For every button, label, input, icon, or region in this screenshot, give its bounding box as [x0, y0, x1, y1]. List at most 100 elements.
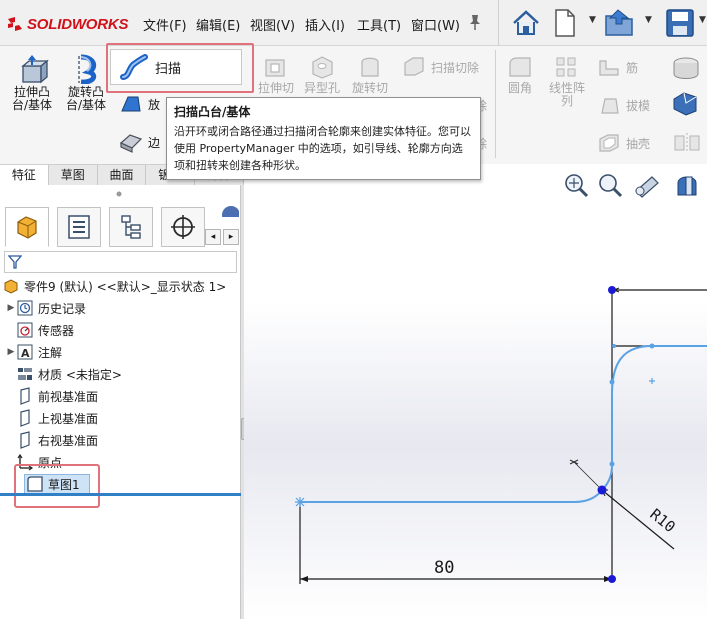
shell-button[interactable]: 抽壳	[596, 131, 650, 155]
previous-view-icon[interactable]	[632, 171, 662, 199]
sketch-path-upper[interactable]	[601, 345, 707, 491]
sketch-highlight-box	[14, 464, 100, 508]
configuration-manager-icon	[121, 215, 141, 239]
tree-item-front-plane[interactable]: 前视基准面	[16, 385, 98, 407]
sketch-point[interactable]	[609, 379, 615, 385]
revolved-cut-button[interactable]: 旋转切	[349, 54, 391, 95]
draft-icon	[601, 98, 619, 114]
annotation-icon: A	[17, 344, 33, 360]
hole-wizard-icon	[312, 56, 333, 79]
tree-item-material[interactable]: 材质 <未指定>	[16, 363, 122, 385]
panel-grip-icon[interactable]	[113, 190, 125, 198]
tree-item-history[interactable]: ▶ 历史记录	[6, 297, 86, 319]
loft-button[interactable]: 放	[118, 93, 160, 115]
rib-label: 筋	[626, 60, 639, 75]
expand-arrow-icon[interactable]: ▶	[6, 303, 16, 313]
open-dropdown-icon[interactable]: ▼	[645, 15, 652, 25]
expand-arrow-icon[interactable]: ▶	[6, 347, 16, 357]
new-dropdown-icon[interactable]: ▼	[589, 15, 596, 25]
tree-item-label: 注解	[38, 345, 63, 360]
tab-surfaces[interactable]: 曲面	[98, 165, 147, 186]
revolve-boss-button[interactable]: 旋转凸 台/基体	[60, 54, 112, 112]
dimension-80-text[interactable]: 80	[434, 558, 454, 578]
tree-item-label: 传感器	[38, 323, 75, 338]
tree-root-part[interactable]: 零件9 (默认) <<默认>_显示状态 1>	[2, 275, 226, 297]
configuration-manager-tab[interactable]	[109, 207, 153, 247]
pin-icon[interactable]	[467, 13, 483, 31]
tree-item-label: 前视基准面	[38, 389, 99, 404]
sketch-path-bottom[interactable]	[300, 489, 603, 503]
plane-icon	[20, 431, 30, 449]
tree-item-annotations[interactable]: ▶ A 注解	[6, 341, 62, 363]
tree-item-sensors[interactable]: 传感器	[16, 319, 74, 341]
part-icon	[4, 279, 18, 294]
menu-view[interactable]: 视图(V)	[250, 15, 295, 34]
dim-xpert-tab[interactable]	[161, 207, 205, 247]
fillet-button[interactable]: 圆角	[502, 54, 538, 95]
shell-icon	[599, 134, 619, 152]
tab-scroll-right-button[interactable]: ▸	[223, 229, 239, 245]
wrap-button[interactable]	[670, 54, 702, 85]
property-manager-tab[interactable]	[57, 207, 101, 247]
extrude-boss-button[interactable]: 拉伸凸 台/基体	[6, 54, 58, 112]
sketch-point-selected[interactable]	[597, 485, 607, 495]
svg-text:A: A	[21, 347, 30, 360]
menu-file[interactable]: 文件(F)	[143, 15, 187, 34]
tab-features[interactable]: 特征	[0, 165, 49, 186]
boundary-boss-button[interactable]: 边	[118, 131, 160, 153]
intersect-button[interactable]	[670, 89, 702, 120]
sweep-highlight-box	[106, 43, 254, 93]
extruded-cut-button[interactable]: 拉伸切	[255, 54, 297, 95]
feature-manager-tab[interactable]	[5, 207, 49, 247]
fillet-icon	[509, 57, 531, 77]
zoom-to-area-icon[interactable]	[596, 171, 624, 199]
swept-cut-button[interactable]: 扫描切除	[401, 55, 479, 79]
rollback-bar[interactable]	[0, 493, 241, 496]
shell-label: 抽壳	[626, 136, 651, 151]
open-folder-icon[interactable]	[604, 8, 638, 38]
intersect-icon	[673, 92, 697, 116]
mirror-icon	[674, 133, 700, 153]
sweep-tooltip: 扫描凸台/基体 沿开环或闭合路径通过扫描闭合轮廓来创建实体特征。您可以使用 Pr…	[166, 97, 481, 180]
menu-edit[interactable]: 编辑(E)	[196, 15, 240, 34]
property-manager-icon	[68, 215, 90, 239]
linear-pattern-icon	[556, 57, 576, 77]
hole-wizard-button[interactable]: 异型孔	[301, 54, 343, 95]
save-dropdown-icon[interactable]: ▼	[699, 15, 706, 25]
boundary-boss-icon	[119, 134, 143, 153]
save-icon[interactable]	[665, 8, 695, 38]
section-view-icon[interactable]	[672, 171, 702, 199]
tree-filter-input[interactable]	[4, 251, 237, 273]
sketch-point[interactable]	[608, 575, 616, 583]
graphics-area[interactable]: 80 R10	[244, 164, 707, 619]
zoom-to-fit-icon[interactable]	[562, 171, 590, 199]
display-manager-tab-partial[interactable]	[219, 203, 239, 217]
tab-sketch[interactable]: 草图	[49, 165, 98, 186]
tree-item-top-plane[interactable]: 上视基准面	[16, 407, 98, 429]
linear-pattern-button[interactable]: 线性阵 列	[542, 54, 592, 108]
sketch-canvas[interactable]: 80 R10	[244, 164, 707, 619]
tab-scroll-left-button[interactable]: ◂	[205, 229, 221, 245]
menu-insert[interactable]: 插入(I)	[305, 15, 345, 34]
draft-button[interactable]: 拔模	[596, 93, 650, 117]
sketch-start-point[interactable]	[295, 497, 305, 507]
new-document-icon[interactable]	[553, 8, 577, 38]
extrude-boss-icon	[21, 55, 49, 84]
rib-button[interactable]: 筋	[596, 55, 638, 79]
sketch-point[interactable]	[612, 344, 616, 348]
radius-r10-text[interactable]: R10	[646, 505, 678, 536]
heads-up-view-toolbar	[556, 169, 707, 201]
sensor-icon	[17, 322, 33, 338]
tree-item-label: 历史记录	[38, 301, 87, 316]
solidworks-logo[interactable]: SOLIDWORKS	[6, 13, 129, 35]
menu-window[interactable]: 窗口(W)	[411, 15, 460, 34]
sketch-point[interactable]	[609, 461, 615, 467]
menu-tools[interactable]: 工具(T)	[357, 15, 401, 34]
home-icon[interactable]	[511, 9, 541, 37]
mirror-button[interactable]	[672, 131, 702, 158]
ds-logo-icon	[8, 17, 22, 31]
tree-item-right-plane[interactable]: 右视基准面	[16, 429, 98, 451]
sketch-point[interactable]	[608, 286, 616, 294]
plane-icon	[20, 387, 30, 405]
sketch-point[interactable]	[649, 343, 655, 349]
